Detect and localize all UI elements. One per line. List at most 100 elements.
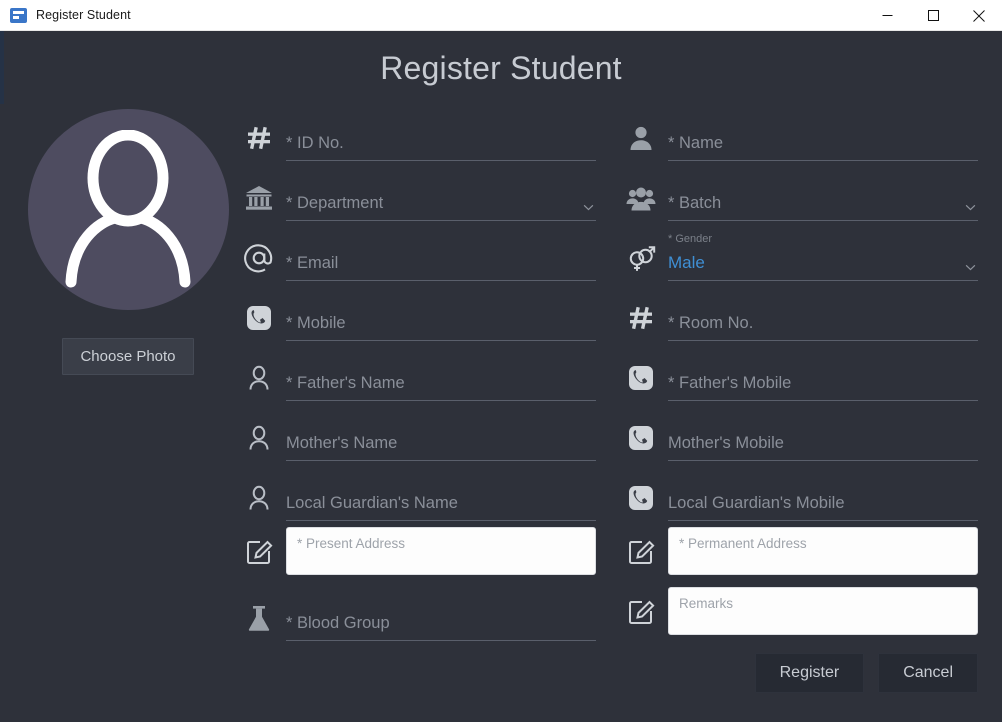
edit-box-icon-wrap bbox=[624, 594, 658, 628]
hash-icon bbox=[248, 127, 270, 150]
phone-icon-wrap bbox=[624, 481, 658, 515]
at-icon-wrap bbox=[242, 241, 276, 275]
id-no-field-input[interactable]: * ID No. bbox=[286, 132, 596, 162]
department-field-placeholder: * Department bbox=[286, 194, 384, 213]
person-icon bbox=[249, 486, 269, 510]
department-field-input[interactable]: * Department bbox=[286, 192, 596, 222]
email-field-input[interactable]: * Email bbox=[286, 252, 596, 282]
flask-icon-wrap bbox=[242, 601, 276, 635]
window-title: Register Student bbox=[36, 8, 131, 22]
phone-icon bbox=[629, 486, 653, 511]
form-left-column: * ID No. * Department * Email * Mobile * Fat… bbox=[242, 101, 596, 642]
edit-box-icon bbox=[629, 540, 655, 565]
hash-icon-wrap bbox=[624, 301, 658, 335]
edit-box-icon bbox=[629, 600, 655, 625]
flask-icon bbox=[248, 606, 270, 632]
form-content: Choose Photo * ID No. * Department * Email… bbox=[0, 87, 1002, 642]
register-button[interactable]: Register bbox=[754, 653, 865, 694]
titlebar-left: Register Student bbox=[0, 7, 131, 23]
photo-column: Choose Photo bbox=[20, 101, 236, 641]
mothers-mobile-field-input[interactable]: Mother's Mobile bbox=[668, 432, 978, 462]
remarks-field-input[interactable]: Remarks bbox=[668, 587, 978, 636]
permanent-address-field: * Permanent Address bbox=[624, 521, 978, 581]
person-icon-wrap bbox=[242, 361, 276, 395]
cancel-button[interactable]: Cancel bbox=[878, 653, 978, 694]
present-address-field-input[interactable]: * Present Address bbox=[286, 527, 596, 576]
form-right-column: * Name * Batch * Gender Male * Room No. * Fat… bbox=[624, 101, 978, 641]
mothers-mobile-field: Mother's Mobile bbox=[624, 401, 978, 462]
mobile-field-placeholder: * Mobile bbox=[286, 314, 346, 333]
email-field: * Email bbox=[242, 221, 596, 282]
form-actions: Register Cancel bbox=[0, 641, 1002, 694]
person-placeholder-icon bbox=[65, 129, 191, 288]
fathers-name-field-input[interactable]: * Father's Name bbox=[286, 372, 596, 402]
permanent-address-field-input[interactable]: * Permanent Address bbox=[668, 527, 978, 576]
person-icon bbox=[249, 366, 269, 390]
app-body: Register Student Choose Photo * ID No. * … bbox=[0, 31, 1002, 722]
remarks-field: Remarks bbox=[624, 581, 978, 641]
minimize-button[interactable] bbox=[864, 0, 910, 31]
name-field: * Name bbox=[624, 101, 978, 162]
mothers-name-field: Mother's Name bbox=[242, 401, 596, 462]
fathers-mobile-field-placeholder: * Father's Mobile bbox=[668, 374, 792, 393]
local-guardians-mobile-field-placeholder: Local Guardian's Mobile bbox=[668, 494, 845, 513]
close-button[interactable] bbox=[956, 0, 1002, 31]
present-address-field-placeholder: * Present Address bbox=[297, 536, 406, 552]
gender-icon-wrap bbox=[624, 241, 658, 275]
edit-box-icon-wrap bbox=[242, 534, 276, 568]
id-no-field-placeholder: * ID No. bbox=[286, 134, 344, 153]
batch-field-placeholder: * Batch bbox=[668, 194, 722, 213]
hash-icon-wrap bbox=[242, 121, 276, 155]
gender-field-value: Male bbox=[668, 253, 705, 273]
mobile-field: * Mobile bbox=[242, 281, 596, 342]
avatar[interactable] bbox=[27, 109, 229, 311]
window-titlebar: Register Student bbox=[0, 0, 1002, 31]
room-no-field-placeholder: * Room No. bbox=[668, 314, 754, 333]
email-field-placeholder: * Email bbox=[286, 254, 339, 273]
batch-field: * Batch bbox=[624, 161, 978, 222]
name-field-input[interactable]: * Name bbox=[668, 132, 978, 162]
mobile-field-input[interactable]: * Mobile bbox=[286, 312, 596, 342]
mothers-mobile-field-placeholder: Mother's Mobile bbox=[668, 434, 784, 453]
page-title: Register Student bbox=[380, 50, 622, 86]
name-field-placeholder: * Name bbox=[668, 134, 724, 153]
blood-group-field: * Blood Group bbox=[242, 581, 596, 642]
maximize-button[interactable] bbox=[910, 0, 956, 31]
chevron-down-icon bbox=[965, 205, 976, 211]
gender-field-label: * Gender bbox=[668, 233, 713, 246]
phone-icon bbox=[629, 366, 653, 391]
phone-icon bbox=[629, 426, 653, 451]
person-icon-wrap bbox=[242, 481, 276, 515]
phone-icon-wrap bbox=[242, 301, 276, 335]
fathers-name-field-placeholder: * Father's Name bbox=[286, 374, 405, 393]
local-guardians-name-field-placeholder: Local Guardian's Name bbox=[286, 494, 458, 513]
chevron-down-icon bbox=[965, 265, 976, 271]
phone-icon-wrap bbox=[624, 421, 658, 455]
person-icon-wrap bbox=[242, 421, 276, 455]
permanent-address-field-placeholder: * Permanent Address bbox=[679, 536, 807, 552]
choose-photo-button[interactable]: Choose Photo bbox=[62, 338, 194, 376]
chevron-down-icon bbox=[583, 205, 594, 211]
left-edge-strip bbox=[0, 31, 4, 104]
mothers-name-field-input[interactable]: Mother's Name bbox=[286, 432, 596, 462]
local-guardians-name-field-input[interactable]: Local Guardian's Name bbox=[286, 492, 596, 522]
phone-icon bbox=[247, 306, 271, 331]
hash-icon bbox=[630, 307, 652, 330]
gender-field-input[interactable]: * Gender Male bbox=[668, 233, 978, 282]
remarks-field-placeholder: Remarks bbox=[679, 596, 734, 612]
edit-box-icon bbox=[247, 540, 273, 565]
present-address-field: * Present Address bbox=[242, 521, 596, 581]
person-filled-icon bbox=[630, 127, 652, 151]
local-guardians-name-field: Local Guardian's Name bbox=[242, 461, 596, 522]
gender-icon bbox=[629, 246, 656, 272]
batch-field-input[interactable]: * Batch bbox=[668, 192, 978, 222]
form-columns: * ID No. * Department * Email * Mobile * Fat… bbox=[236, 101, 978, 642]
fathers-mobile-field-input[interactable]: * Father's Mobile bbox=[668, 372, 978, 402]
blood-group-field-input[interactable]: * Blood Group bbox=[286, 612, 596, 642]
id-no-field: * ID No. bbox=[242, 101, 596, 162]
room-no-field-input[interactable]: * Room No. bbox=[668, 312, 978, 342]
app-icon bbox=[10, 7, 27, 23]
fathers-name-field: * Father's Name bbox=[242, 341, 596, 402]
local-guardians-mobile-field-input[interactable]: Local Guardian's Mobile bbox=[668, 492, 978, 522]
group-icon bbox=[626, 187, 656, 211]
